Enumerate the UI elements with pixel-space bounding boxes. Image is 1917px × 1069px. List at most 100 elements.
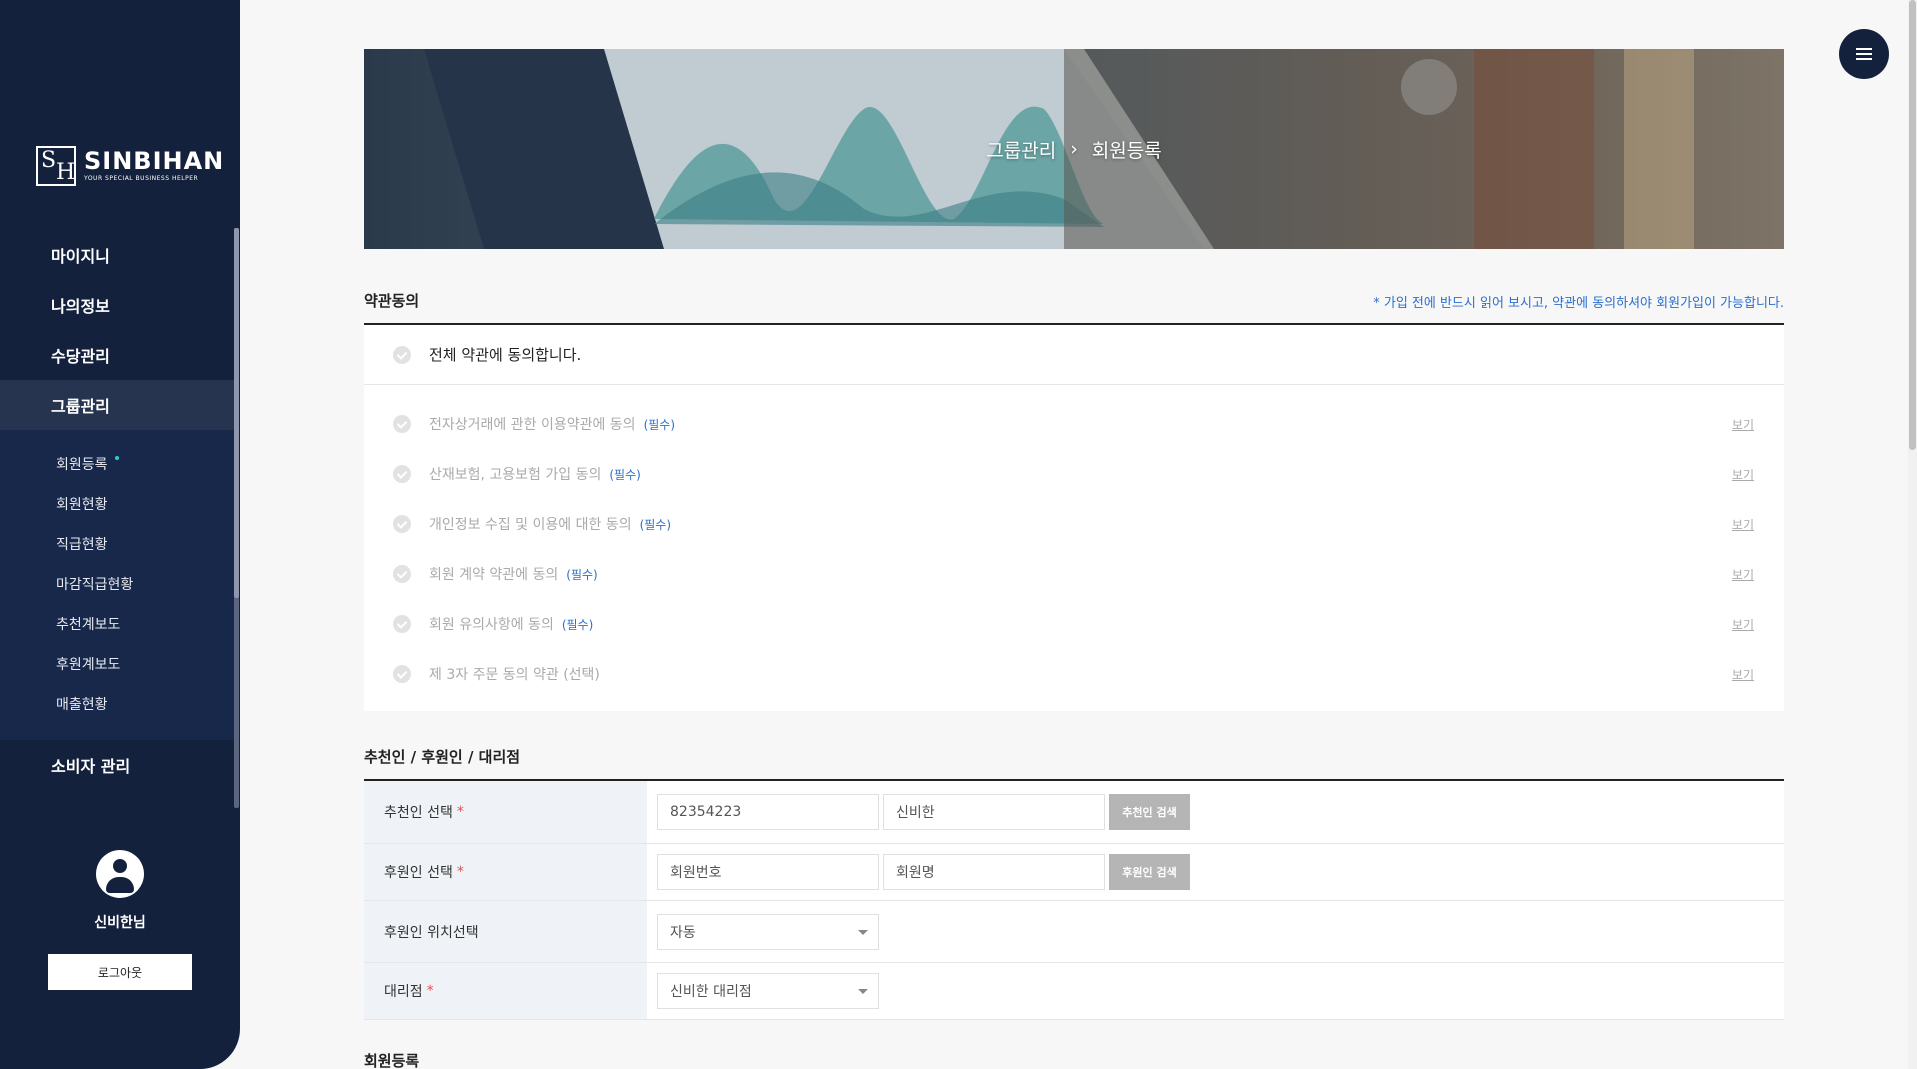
sub-label: 매출현황 xyxy=(56,697,108,713)
nav-item-consumer[interactable]: 소비자 관리 xyxy=(0,740,234,790)
sub-item-support-tree[interactable]: 후원계보도 xyxy=(0,644,234,684)
term-label: 회원 유의사항에 동의 xyxy=(429,617,554,633)
terms-title: 약관동의 xyxy=(364,292,420,310)
terms-notice: * 가입 전에 반드시 읽어 보시고, 약관에 동의하셔야 회원가입이 가능합니… xyxy=(1373,296,1784,311)
member-title: 회원등록 xyxy=(364,1052,420,1069)
caret-down-icon xyxy=(858,989,868,994)
agree-all-checkbox[interactable]: 전체 약관에 동의합니다. xyxy=(364,325,1784,385)
position-select[interactable]: 자동 xyxy=(657,913,879,950)
breadcrumb-parent[interactable]: 그룹관리 xyxy=(986,136,1056,163)
agency-select[interactable]: 신비한 대리점 xyxy=(657,973,879,1009)
group-subnav: 회원등록 회원현황 직급현황 마감직급현황 추천계보도 후원계보도 매출현황 xyxy=(0,430,234,740)
term-label: 회원 계약 약관에 동의 xyxy=(429,567,559,583)
term-item[interactable]: 제 3자 주문 동의 약관 (선택) 보기 xyxy=(364,649,1784,699)
sub-item-rank-status[interactable]: 직급현황 xyxy=(0,524,234,564)
term-view-link[interactable]: 보기 xyxy=(1732,416,1754,433)
term-required-tag: (필수) xyxy=(639,517,672,532)
term-view-link[interactable]: 보기 xyxy=(1732,466,1754,483)
term-required-tag: (필수) xyxy=(643,417,676,432)
position-row: 후원인 위치선택 자동 xyxy=(364,901,1784,963)
term-item[interactable]: 회원 유의사항에 동의 (필수) 보기 xyxy=(364,599,1784,649)
sub-label: 마감직급현황 xyxy=(56,577,134,593)
page-scroll-thumb[interactable] xyxy=(1909,0,1916,450)
term-item[interactable]: 회원 계약 약관에 동의 (필수) 보기 xyxy=(364,549,1784,599)
check-circle-icon[interactable] xyxy=(393,615,411,633)
hero-breadcrumb: 그룹관리 › 회원등록 xyxy=(364,49,1784,249)
recommender-number-input[interactable]: 82354223 xyxy=(657,794,879,830)
agency-select-value: 신비한 대리점 xyxy=(670,984,752,1000)
check-circle-icon[interactable] xyxy=(393,415,411,433)
required-star: * xyxy=(456,864,464,880)
sub-item-member-register[interactable]: 회원등록 xyxy=(0,444,234,484)
sub-item-member-status[interactable]: 회원현황 xyxy=(0,484,234,524)
required-star: * xyxy=(426,983,434,999)
term-label: 전자상거래에 관한 이용약관에 동의 xyxy=(429,417,636,433)
recommender-row: 추천인 선택 * 82354223 신비한 추천인 검색 xyxy=(364,781,1784,844)
hamburger-menu-button[interactable] xyxy=(1839,29,1889,79)
logo-name: SINBIHAN xyxy=(84,147,225,175)
term-item[interactable]: 산재보험, 고용보험 가입 동의 (필수) 보기 xyxy=(364,449,1784,499)
term-view-link[interactable]: 보기 xyxy=(1732,566,1754,583)
logo-tagline: YOUR SPECIAL BUSINESS HELPER xyxy=(84,175,199,182)
hamburger-icon xyxy=(1856,48,1872,50)
term-item[interactable]: 개인정보 수집 및 이용에 대한 동의 (필수) 보기 xyxy=(364,499,1784,549)
nav-item-group[interactable]: 그룹관리 xyxy=(0,380,234,430)
logo[interactable]: S H SINBIHAN YOUR SPECIAL BUSINESS HELPE… xyxy=(36,146,224,186)
required-star: * xyxy=(456,804,464,820)
breadcrumb-current: 회원등록 xyxy=(1091,139,1162,162)
nav-item-my-info[interactable]: 나의정보 xyxy=(0,280,234,330)
check-circle-icon[interactable] xyxy=(393,665,411,683)
hero-banner: 그룹관리 › 회원등록 xyxy=(364,49,1784,249)
page-scrollbar[interactable] xyxy=(1908,0,1917,1069)
sub-item-recommend-tree[interactable]: 추천계보도 xyxy=(0,604,234,644)
member-section: 회원등록 xyxy=(364,1050,1784,1069)
sidebar: S H SINBIHAN YOUR SPECIAL BUSINESS HELPE… xyxy=(0,0,240,1069)
nav-item-mygini[interactable]: 마이지니 xyxy=(0,230,234,280)
sub-label: 회원등록 xyxy=(56,457,108,473)
term-view-link[interactable]: 보기 xyxy=(1732,516,1754,533)
supporter-number-input[interactable]: 회원번호 xyxy=(657,854,879,890)
sponsor-section: 추천인 / 후원인 / 대리점 추천인 선택 * 82354223 신비한 추천… xyxy=(364,746,1784,1020)
supporter-name-input[interactable]: 회원명 xyxy=(883,854,1105,890)
terms-section: 약관동의 * 가입 전에 반드시 읽어 보시고, 약관에 동의하셔야 회원가입이… xyxy=(364,290,1784,711)
position-select-value: 자동 xyxy=(670,924,696,941)
check-circle-icon[interactable] xyxy=(393,515,411,533)
recommender-search-button[interactable]: 추천인 검색 xyxy=(1109,794,1190,830)
sidebar-scroll-thumb[interactable] xyxy=(234,228,239,598)
logout-button[interactable]: 로그아웃 xyxy=(48,954,192,990)
sponsor-title: 추천인 / 후원인 / 대리점 xyxy=(364,748,521,766)
agency-label: 대리점 xyxy=(384,984,423,1000)
breadcrumb-separator-icon: › xyxy=(1070,138,1078,160)
check-circle-icon[interactable] xyxy=(393,345,411,364)
nav-label: 나의정보 xyxy=(51,297,110,316)
nav-item-allowance[interactable]: 수당관리 xyxy=(0,330,234,380)
caret-down-icon xyxy=(858,929,868,935)
sub-item-closing-rank[interactable]: 마감직급현황 xyxy=(0,564,234,604)
term-required-tag: (필수) xyxy=(566,567,598,582)
logo-mark-icon: S H xyxy=(36,146,76,186)
user-avatar-icon xyxy=(96,850,144,898)
term-label: 개인정보 수집 및 이용에 대한 동의 xyxy=(429,517,632,533)
recommender-name-input[interactable]: 신비한 xyxy=(883,794,1105,830)
term-view-link[interactable]: 보기 xyxy=(1732,666,1754,683)
nav-label: 그룹관리 xyxy=(51,397,110,416)
position-label: 후원인 위치선택 xyxy=(384,924,479,941)
user-panel: 신비한님 로그아웃 xyxy=(0,850,240,990)
supporter-label: 후원인 선택 xyxy=(384,865,453,881)
term-view-link[interactable]: 보기 xyxy=(1732,616,1754,633)
sub-label: 회원현황 xyxy=(56,497,108,513)
user-name: 신비한님 xyxy=(94,915,146,931)
agree-all-label: 전체 약관에 동의합니다. xyxy=(429,346,582,364)
term-item[interactable]: 전자상거래에 관한 이용약관에 동의 (필수) 보기 xyxy=(364,399,1784,449)
check-circle-icon[interactable] xyxy=(393,465,411,483)
sub-label: 후원계보도 xyxy=(56,657,121,673)
supporter-search-button[interactable]: 후원인 검색 xyxy=(1109,854,1190,890)
term-label: 산재보험, 고용보험 가입 동의 xyxy=(429,467,602,483)
check-circle-icon[interactable] xyxy=(393,565,411,583)
recommender-label: 추천인 선택 xyxy=(384,805,453,821)
sub-label: 직급현황 xyxy=(56,537,108,553)
sub-item-sales[interactable]: 매출현황 xyxy=(0,684,234,724)
sidebar-scrollbar[interactable] xyxy=(234,228,239,808)
agency-row: 대리점 * 신비한 대리점 xyxy=(364,963,1784,1020)
sidebar-nav: 마이지니 나의정보 수당관리 그룹관리 회원등록 회원현황 직급현황 마감직급현… xyxy=(0,230,234,740)
